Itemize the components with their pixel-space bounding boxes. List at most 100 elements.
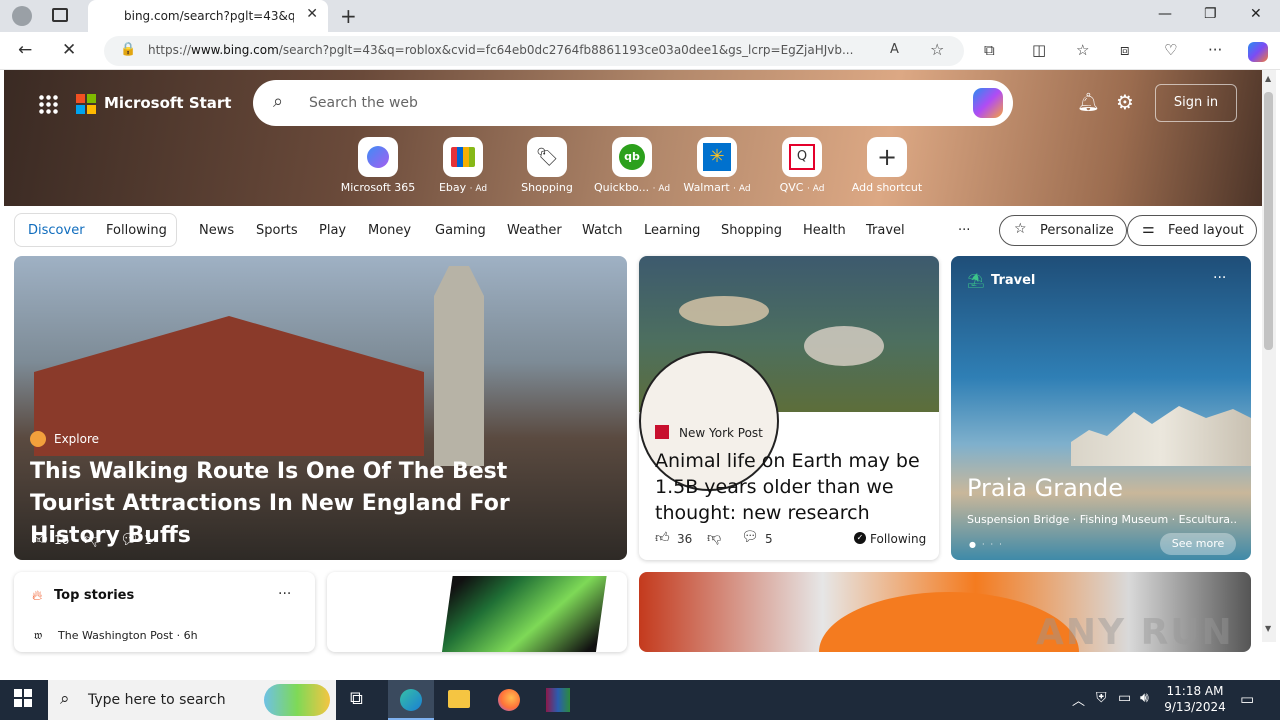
read-aloud-icon[interactable]: A xyxy=(890,42,899,57)
shortcut-add[interactable]: + Add shortcut xyxy=(847,137,927,194)
shortcut-shopping[interactable]: 🏷︎ Shopping xyxy=(507,137,587,194)
following-status[interactable]: Following xyxy=(870,532,926,546)
notification-center-icon[interactable]: ▭ xyxy=(1240,690,1254,708)
file-explorer-icon[interactable] xyxy=(448,690,470,708)
nyp-logo-icon xyxy=(655,425,669,439)
restore-icon[interactable]: ❐ xyxy=(1204,6,1217,22)
shortcut-microsoft365[interactable]: Microsoft 365 xyxy=(338,137,418,194)
story-source[interactable]: The Washington Post · 6h xyxy=(58,629,198,642)
top-stories-label: Top stories xyxy=(54,588,135,603)
settings-gear-icon[interactable]: ⚙ xyxy=(1116,90,1134,114)
search-highlight-icon xyxy=(264,684,330,716)
shortcut-ad: · Ad xyxy=(806,184,825,194)
taskbar-search[interactable]: ⌕ Type here to search xyxy=(48,680,336,720)
feed-layout-button[interactable]: ⚌ Feed layout xyxy=(1127,215,1257,246)
lock-icon: 🔒 xyxy=(120,42,137,57)
tab-sports[interactable]: Sports xyxy=(256,223,298,238)
sign-in-button[interactable]: Sign in xyxy=(1155,84,1237,122)
scrollbar-thumb[interactable] xyxy=(1264,92,1273,350)
extensions-icon[interactable]: ⧉ xyxy=(984,41,995,59)
dislike-icon[interactable]: 👎︎ xyxy=(84,530,99,549)
like-icon[interactable]: 👍︎ xyxy=(655,529,670,546)
more-options-icon[interactable]: ··· xyxy=(278,586,291,602)
copilot-search-icon[interactable] xyxy=(973,88,1003,118)
top-stories-card: 🔥︎ Top stories ··· 𝔴 The Washington Post… xyxy=(14,572,315,652)
feed-layout-label: Feed layout xyxy=(1168,223,1244,238)
carousel-dots[interactable]: ●··· xyxy=(969,540,1008,549)
split-screen-icon[interactable]: ◫ xyxy=(1032,41,1046,59)
notifications-icon[interactable]: 🔔︎ xyxy=(1077,92,1100,113)
browser-tab[interactable]: bing.com/search?pglt=43&q=ro ✕ xyxy=(88,0,328,32)
search-icon: ⌕ xyxy=(273,91,284,112)
start-windows-icon[interactable] xyxy=(14,689,32,707)
travel-title[interactable]: Praia Grande xyxy=(967,474,1123,502)
task-view-icon[interactable]: ⧉ xyxy=(350,688,363,709)
shortcut-walmart[interactable]: ✳ Walmart · Ad xyxy=(677,137,757,194)
search-input[interactable]: Search the web xyxy=(309,95,418,111)
shortcut-ebay[interactable]: Ebay · Ad xyxy=(423,137,503,194)
profile-icon[interactable] xyxy=(12,6,32,26)
hero-article-card[interactable]: Explore This Walking Route Is One Of The… xyxy=(14,256,627,560)
close-window-icon[interactable]: ✕ xyxy=(1250,6,1262,22)
minimize-icon[interactable]: — xyxy=(1158,6,1172,22)
tab-shopping[interactable]: Shopping xyxy=(721,223,782,238)
scroll-down-icon[interactable]: ▼ xyxy=(1265,624,1271,633)
travel-card[interactable]: ⛱ Travel ··· Praia Grande Suspension Bri… xyxy=(951,256,1251,560)
more-tabs-icon[interactable]: ··· xyxy=(958,223,970,238)
tab-travel[interactable]: Travel xyxy=(866,223,905,238)
winrar-icon[interactable] xyxy=(546,688,570,712)
security-icon[interactable]: ⛨ xyxy=(1096,690,1107,706)
edge-taskbar-icon[interactable] xyxy=(388,680,434,720)
clock-time: 11:18 AM xyxy=(1166,684,1224,698)
back-icon[interactable]: ← xyxy=(18,40,32,60)
tab-actions-icon[interactable] xyxy=(52,8,68,22)
tab-discover[interactable]: Discover xyxy=(28,223,85,238)
nyp-article-card[interactable]: New York Post Animal life on Earth may b… xyxy=(639,256,939,560)
see-more-button[interactable]: See more xyxy=(1160,533,1236,555)
like-icon[interactable]: 👍︎ xyxy=(32,530,48,549)
travel-icon: ⛱ xyxy=(967,273,985,289)
tab-health[interactable]: Health xyxy=(803,223,846,238)
shortcut-qvc[interactable]: Q QVC · Ad xyxy=(762,137,842,194)
tab-news[interactable]: News xyxy=(199,223,234,238)
laptop-ad-card[interactable] xyxy=(327,572,627,652)
dislike-icon[interactable]: 👎︎ xyxy=(707,529,721,546)
search-box[interactable]: ⌕ Search the web xyxy=(253,80,1013,126)
tab-following[interactable]: Following xyxy=(106,223,167,238)
comment-icon[interactable]: 💬︎ xyxy=(120,530,139,548)
collections-icon[interactable]: ⧈ xyxy=(1120,41,1130,59)
favorites-icon[interactable]: ☆ xyxy=(1076,41,1089,59)
article-title[interactable]: Animal life on Earth may be 1.5B years o… xyxy=(655,448,925,526)
firefox-icon[interactable] xyxy=(498,689,520,711)
settings-more-icon[interactable]: ··· xyxy=(1208,41,1222,59)
show-hidden-icons-icon[interactable]: ︿ xyxy=(1072,690,1085,709)
microsoft365-icon xyxy=(358,137,398,177)
scroll-up-icon[interactable]: ▲ xyxy=(1265,74,1271,83)
brand-title[interactable]: Microsoft Start xyxy=(104,94,231,112)
new-tab-icon[interactable]: + xyxy=(340,4,357,28)
refresh-icon[interactable]: ✕ xyxy=(62,40,76,60)
volume-icon[interactable]: 🔊︎ xyxy=(1140,690,1149,706)
taskbar-search-input[interactable]: Type here to search xyxy=(88,692,226,708)
article-title[interactable]: This Walking Route Is One Of The Best To… xyxy=(30,456,590,552)
more-options-icon[interactable]: ··· xyxy=(1213,270,1226,286)
comment-icon[interactable]: 💬︎ xyxy=(741,529,759,545)
favorite-star-icon[interactable]: ☆ xyxy=(930,40,944,59)
shortcut-ad: · Ad xyxy=(652,184,671,194)
copilot-icon[interactable] xyxy=(1248,42,1268,62)
tab-watch[interactable]: Watch xyxy=(582,223,622,238)
tab-play[interactable]: Play xyxy=(319,223,346,238)
taskbar-clock[interactable]: 11:18 AM 9/13/2024 xyxy=(1160,683,1230,715)
close-tab-icon[interactable]: ✕ xyxy=(306,6,318,22)
tab-weather[interactable]: Weather xyxy=(507,223,562,238)
url-field[interactable]: 🔒 https://www.bing.com/search?pglt=43&q=… xyxy=(104,36,964,66)
browser-essentials-icon[interactable]: ♡ xyxy=(1164,41,1177,59)
network-icon[interactable]: ▭ xyxy=(1118,690,1131,706)
personalize-button[interactable]: ☆ Personalize xyxy=(999,215,1127,246)
apps-launcher-icon[interactable] xyxy=(38,94,58,114)
shortcut-quickbooks[interactable]: qb Quickbo... · Ad xyxy=(592,137,672,194)
tab-money[interactable]: Money xyxy=(368,223,411,238)
tab-gaming[interactable]: Gaming xyxy=(435,223,486,238)
qvc-icon: Q xyxy=(782,137,822,177)
tab-learning[interactable]: Learning xyxy=(644,223,700,238)
